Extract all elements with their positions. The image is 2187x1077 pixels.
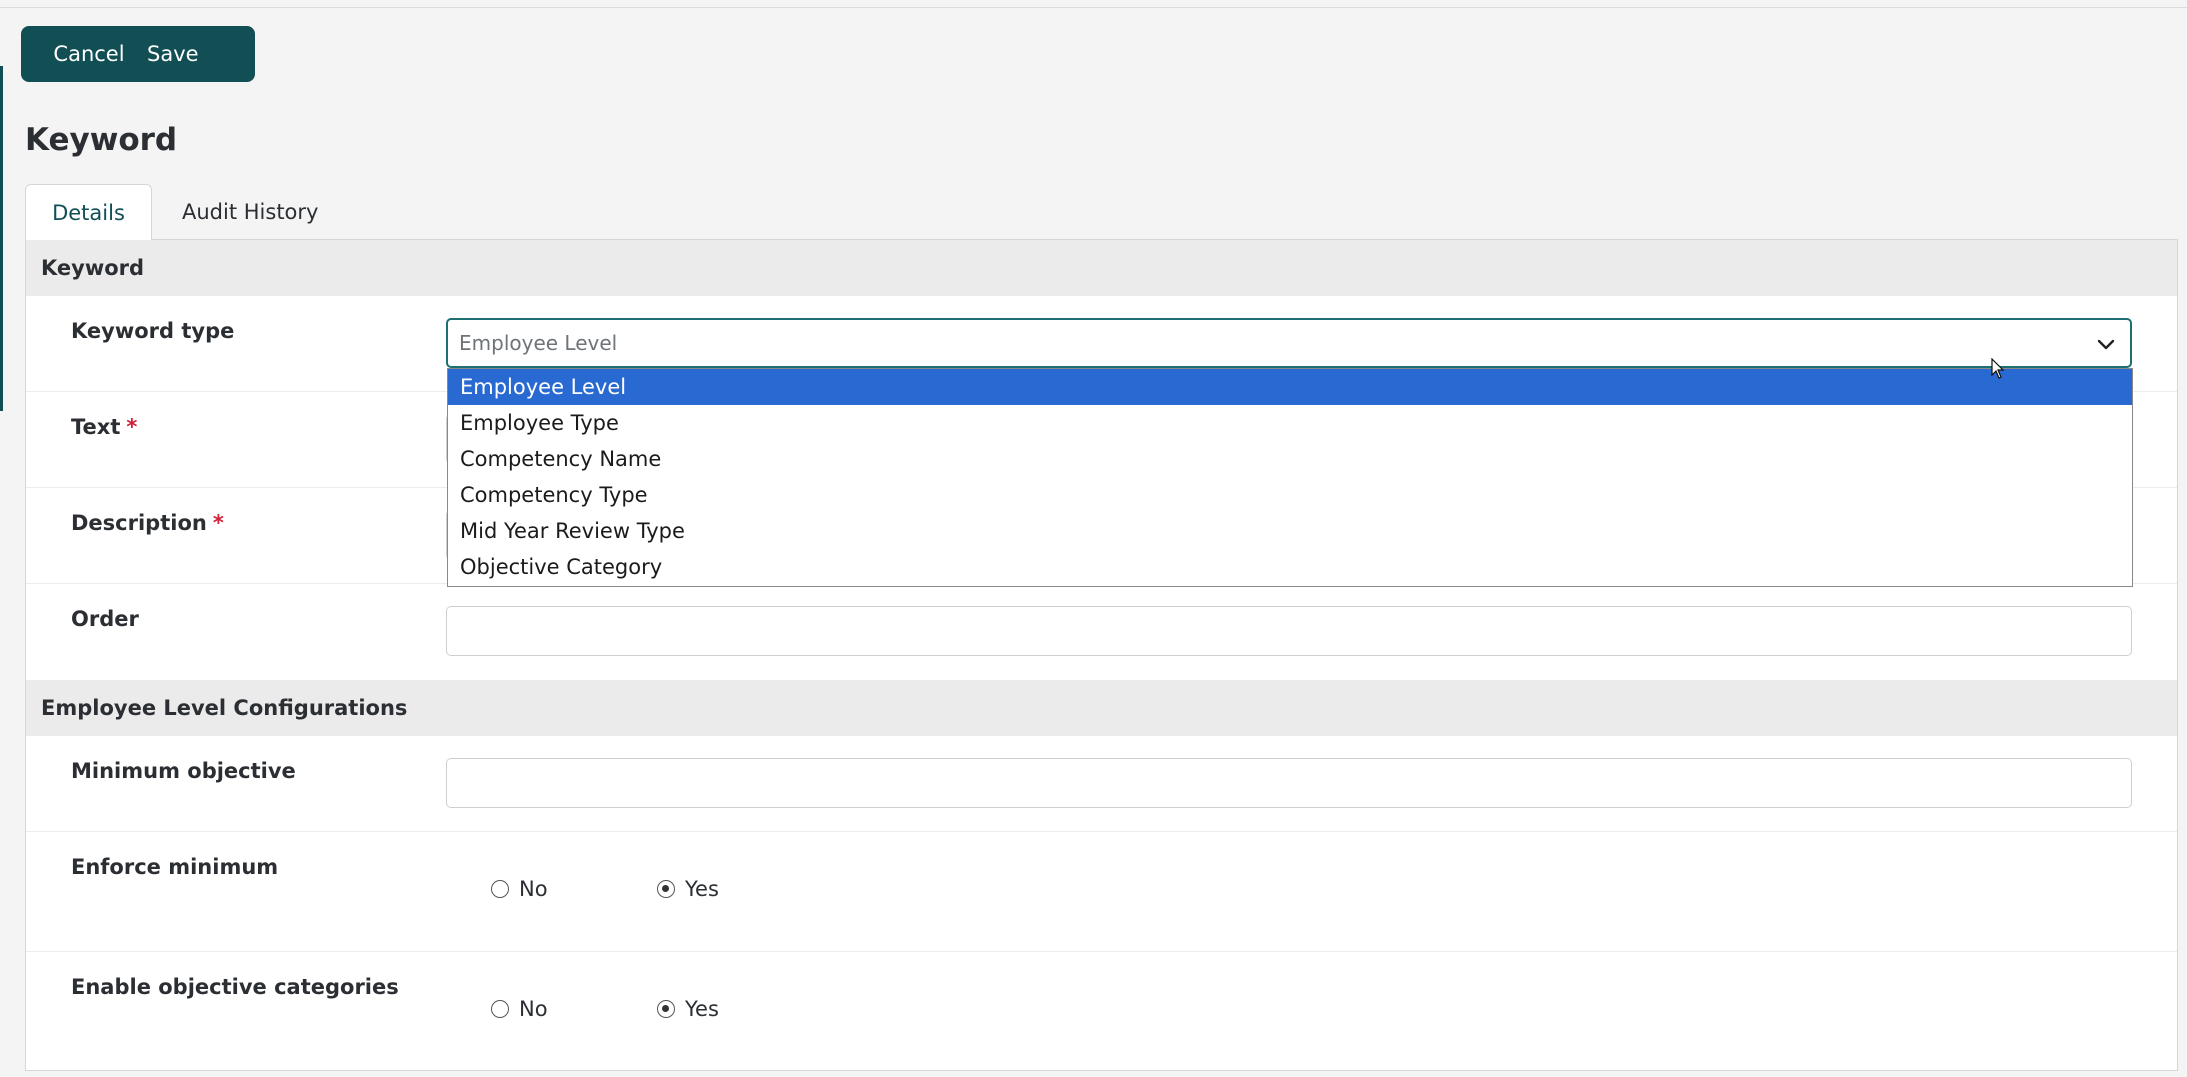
- tab-details[interactable]: Details: [25, 184, 152, 240]
- enforce-minimum-radio-group: No Yes: [491, 877, 719, 901]
- order-label: Order: [71, 607, 139, 631]
- keyword-type-value: Employee Level: [459, 331, 618, 355]
- row-order: Order: [26, 584, 2177, 680]
- keyword-type-select[interactable]: Employee Level: [446, 318, 2132, 368]
- enable-categories-yes-option[interactable]: Yes: [657, 997, 719, 1021]
- radio-unchecked-icon[interactable]: [491, 880, 509, 898]
- enforce-minimum-label: Enforce minimum: [71, 855, 279, 879]
- row-enable-objective-categories: Enable objective categories No Yes: [26, 952, 2177, 1070]
- dropdown-option[interactable]: Competency Type: [448, 477, 2132, 513]
- left-accent-bar: [0, 66, 3, 411]
- row-enforce-minimum: Enforce minimum No Yes: [26, 832, 2177, 952]
- cancel-button[interactable]: Cancel: [21, 26, 147, 82]
- required-marker: *: [212, 511, 224, 535]
- chevron-down-icon[interactable]: [2096, 334, 2116, 354]
- enforce-minimum-yes-option[interactable]: Yes: [657, 877, 719, 901]
- description-label: Description *: [71, 511, 224, 535]
- dropdown-option[interactable]: Competency Name: [448, 441, 2132, 477]
- top-divider: [0, 7, 2187, 8]
- radio-unchecked-icon[interactable]: [491, 1000, 509, 1018]
- row-minimum-objective: Minimum objective: [26, 736, 2177, 832]
- text-label: Text *: [71, 415, 138, 439]
- required-marker: *: [126, 415, 138, 439]
- section-header-keyword: Keyword: [26, 240, 2177, 296]
- section-header-configurations: Employee Level Configurations: [26, 680, 2177, 736]
- save-button[interactable]: Save: [147, 26, 255, 82]
- keyword-type-dropdown-list: Employee Level Employee Type Competency …: [447, 368, 2133, 587]
- keyword-type-label: Keyword type: [71, 319, 235, 343]
- radio-checked-icon[interactable]: [657, 880, 675, 898]
- details-panel: Keyword Keyword type Employee Level Text…: [25, 239, 2178, 1071]
- radio-checked-icon[interactable]: [657, 1000, 675, 1018]
- minimum-objective-label: Minimum objective: [71, 759, 296, 783]
- enable-categories-radio-group: No Yes: [491, 997, 719, 1021]
- enable-categories-label: Enable objective categories: [71, 975, 399, 999]
- enable-categories-no-option[interactable]: No: [491, 997, 657, 1021]
- tab-audit-history[interactable]: Audit History: [152, 184, 348, 240]
- minimum-objective-input[interactable]: [446, 758, 2132, 808]
- page-title: Keyword: [25, 122, 178, 158]
- enforce-minimum-no-option[interactable]: No: [491, 877, 657, 901]
- dropdown-option[interactable]: Objective Category: [448, 549, 2132, 585]
- tab-bar: Details Audit History: [25, 184, 348, 240]
- dropdown-option[interactable]: Mid Year Review Type: [448, 513, 2132, 549]
- dropdown-option[interactable]: Employee Level: [448, 369, 2132, 405]
- mouse-cursor-icon: [1991, 358, 2005, 379]
- dropdown-option[interactable]: Employee Type: [448, 405, 2132, 441]
- action-toolbar: Cancel Save: [21, 26, 255, 82]
- order-input[interactable]: [446, 606, 2132, 656]
